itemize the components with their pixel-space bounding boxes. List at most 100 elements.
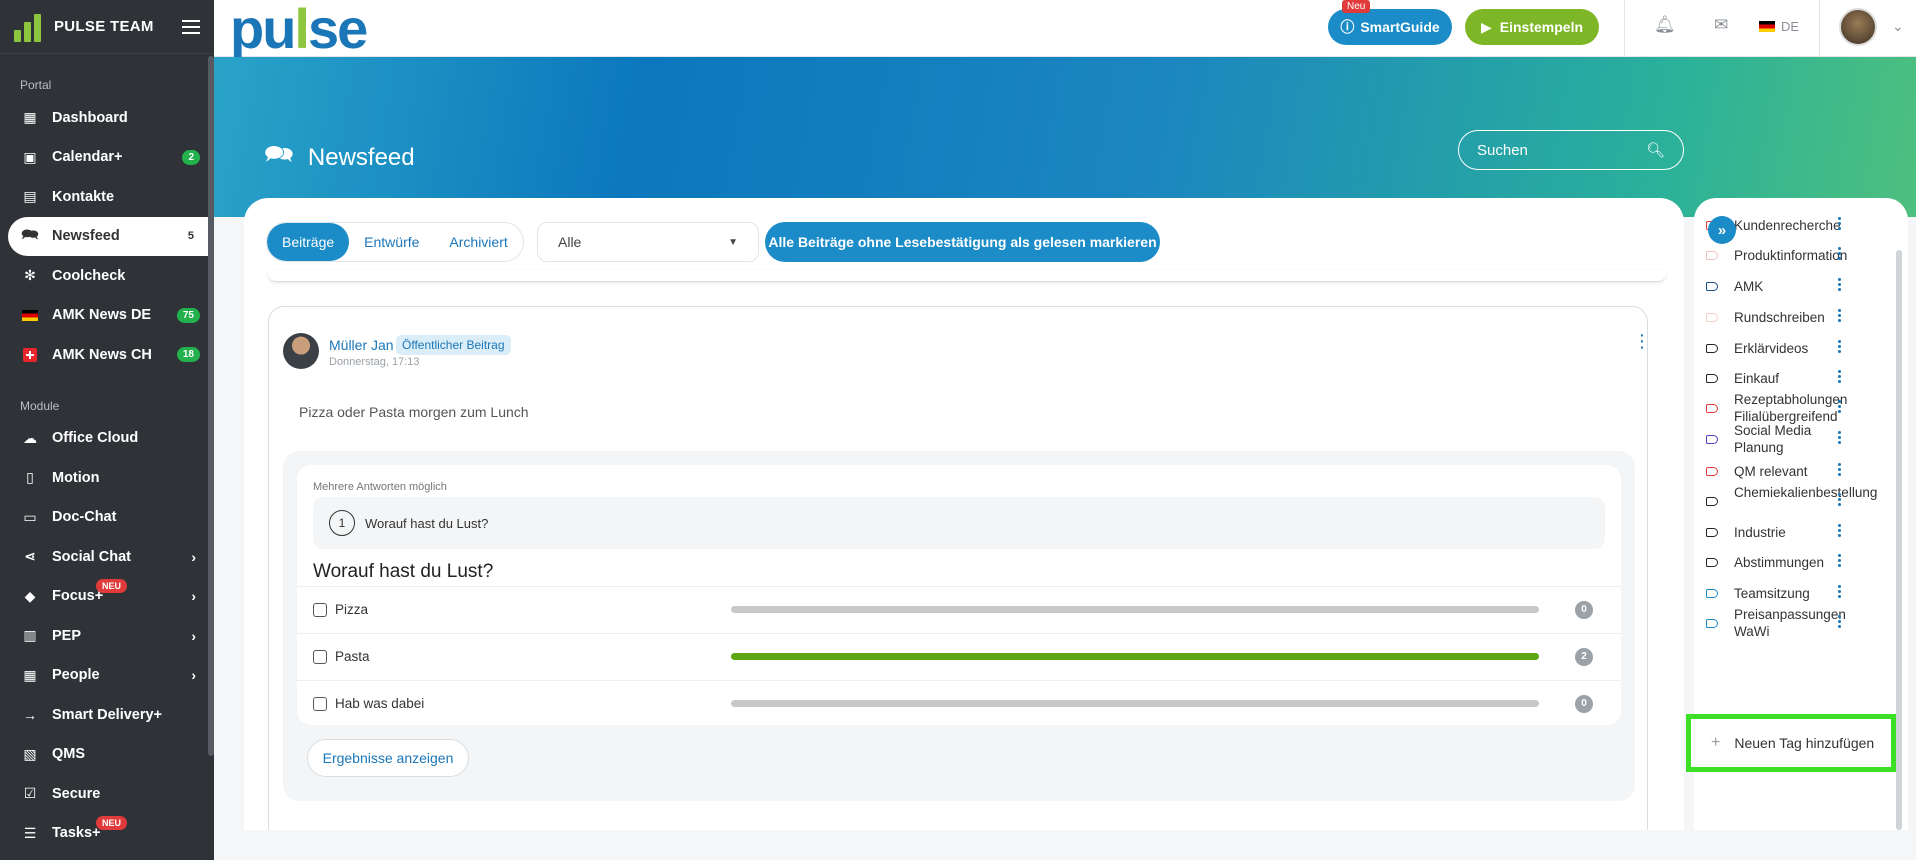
tag-item[interactable]: AMK — [1694, 273, 1908, 299]
poll-option[interactable]: Pasta 2 — [297, 633, 1621, 679]
tag-menu-icon[interactable] — [1838, 554, 1842, 567]
poll-option[interactable]: Hab was dabei 0 — [297, 680, 1621, 726]
user-avatar[interactable] — [1839, 8, 1877, 46]
clipboard-icon: ▥ — [23, 627, 37, 644]
tag-menu-icon[interactable] — [1838, 278, 1842, 291]
smartguide-button[interactable]: ⓘ SmartGuide — [1328, 9, 1452, 45]
show-results-button[interactable]: Ergebnisse anzeigen — [307, 739, 469, 777]
sidebar-item-social-chat[interactable]: ⋖ Social Chat › — [0, 537, 214, 577]
sidebar-item-pep[interactable]: ▥ PEP › — [0, 616, 214, 656]
tag-item[interactable]: Preisanpassungen WaWi — [1694, 607, 1908, 639]
count-badge: 75 — [176, 307, 200, 323]
poll-card: Mehrere Antworten möglich 1 Worauf hast … — [297, 465, 1621, 725]
sidebar-item-label: Focus+ — [52, 588, 104, 605]
sidebar-item-amk-news-de[interactable]: AMK News DE 75 — [0, 296, 214, 336]
unread-count: 5 — [187, 230, 194, 243]
poll-option[interactable]: Pizza 0 — [297, 586, 1621, 632]
sidebar-item-doc-chat[interactable]: ▭ Doc-Chat — [0, 498, 214, 538]
tab-archiviert[interactable]: Archiviert — [434, 223, 522, 261]
sidebar-item-label: Office Cloud — [52, 430, 139, 447]
tag-item[interactable]: Chemiekalienbestellung — [1694, 485, 1908, 514]
bell-icon[interactable]: 🔔︎ — [1654, 15, 1676, 35]
mail-icon[interactable]: ✉ — [1714, 15, 1728, 35]
option-checkbox[interactable] — [313, 649, 327, 664]
divider — [1624, 0, 1625, 57]
tag-item[interactable]: Industrie — [1694, 519, 1908, 545]
sidebar-item-smart-booking[interactable]: ▨Smart Booking› — [0, 853, 214, 860]
tag-menu-icon[interactable] — [1838, 493, 1842, 506]
option-checkbox[interactable] — [313, 602, 327, 617]
sidebar-item-label: Doc-Chat — [52, 509, 117, 526]
sidebar-item-label: Smart Delivery+ — [52, 706, 163, 723]
language-selector[interactable]: DE — [1759, 19, 1799, 34]
poll-question-small: Worauf hast du Lust? — [365, 515, 489, 531]
sidebar-item-kontakte[interactable]: ▤ Kontakte — [0, 177, 214, 217]
new-badge: NEU — [96, 578, 128, 593]
sidebar-item-motion[interactable]: ▯ Motion — [0, 458, 214, 498]
sidebar-item-dashboard[interactable]: ▦ Dashboard — [0, 98, 214, 138]
sidebar-item-focus[interactable]: ◆ Focus+ NEU › — [0, 577, 214, 617]
search-box[interactable]: 🔍︎ — [1458, 130, 1684, 170]
tag-item[interactable]: Rundschreiben — [1694, 304, 1908, 330]
tag-item[interactable]: Abstimmungen — [1694, 549, 1908, 575]
flag-de-icon — [22, 307, 38, 323]
option-checkbox[interactable] — [313, 696, 327, 711]
sidebar-item-amk-news-ch[interactable]: AMK News CH 18 — [0, 335, 214, 375]
tag-item[interactable]: Produktinformation — [1694, 242, 1908, 268]
tag-menu-icon[interactable] — [1838, 370, 1842, 383]
tab-beiträge[interactable]: Beiträge — [267, 223, 350, 261]
chevron-down-icon[interactable]: ⌄ — [1892, 18, 1904, 35]
tag-item[interactable]: Rezeptabholungen Filialübergreifend — [1694, 392, 1908, 424]
new-badge: NEU — [96, 815, 128, 830]
tag-label: Abstimmungen — [1734, 555, 1825, 570]
add-tag-button[interactable]: + Neuen Tag hinzufügen — [1686, 714, 1896, 772]
sidebar-item-label: People — [52, 667, 100, 684]
option-label: Pasta — [335, 649, 370, 664]
tag-menu-icon[interactable] — [1838, 615, 1842, 628]
search-icon[interactable]: 🔍︎ — [1646, 141, 1665, 159]
poll-container: Mehrere Antworten möglich 1 Worauf hast … — [283, 451, 1635, 801]
sidebar-item-coolcheck[interactable]: ✻ Coolcheck — [0, 256, 214, 296]
sidebar-item-label: Dashboard — [52, 109, 128, 126]
sidebar-item-newsfeed[interactable]: 🗪 Newsfeed 5 — [8, 216, 214, 256]
count-badge: 2 — [182, 149, 200, 165]
tag-item[interactable]: Teamsitzung — [1694, 580, 1908, 606]
newsfeed-icon: 🗪 — [264, 141, 294, 168]
tag-item[interactable]: Erklärvideos — [1694, 335, 1908, 361]
filter-select[interactable]: Alle ▼ — [537, 222, 759, 262]
tag-menu-icon[interactable] — [1838, 431, 1842, 444]
sidebar-item-calendar[interactable]: ▣ Calendar+ 2 — [0, 138, 214, 178]
tag-menu-icon[interactable] — [1838, 340, 1842, 353]
sidebar-item-smart-delivery[interactable]: → Smart Delivery+ — [0, 695, 214, 735]
dashboard-icon: ▦ — [23, 109, 37, 126]
sidebar-item-secure[interactable]: ☑ Secure — [0, 774, 214, 814]
post-menu-icon[interactable]: ⋮ — [1633, 332, 1651, 350]
pulse-brand-logo[interactable]: pulse — [230, 0, 368, 61]
footer-area — [214, 830, 1916, 860]
poll-question-tab[interactable]: 1 Worauf hast du Lust? — [313, 497, 1605, 549]
sidebar-item-people[interactable]: ▦ People › — [0, 656, 214, 696]
tag-menu-icon[interactable] — [1838, 309, 1842, 322]
author-avatar[interactable] — [283, 333, 319, 369]
sidebar-item-tasks[interactable]: ☰ Tasks+ NEU — [0, 814, 214, 854]
tab-entwürfe[interactable]: Entwürfe — [349, 223, 434, 261]
tag-item[interactable]: QM relevant — [1694, 458, 1908, 484]
tag-menu-icon[interactable] — [1838, 463, 1842, 476]
search-input[interactable] — [1477, 141, 1637, 159]
tag-menu-icon[interactable] — [1838, 217, 1842, 230]
tag-menu-icon[interactable] — [1838, 585, 1842, 598]
tag-menu-icon[interactable] — [1838, 247, 1842, 260]
tag-menu-icon[interactable] — [1838, 400, 1842, 413]
tag-menu-icon[interactable] — [1838, 524, 1842, 537]
hamburger-menu-icon[interactable] — [182, 19, 200, 34]
tag-icon — [1706, 467, 1718, 476]
tag-scrollbar[interactable] — [1896, 250, 1902, 830]
einstempeln-button[interactable]: ▶ Einstempeln — [1465, 9, 1599, 45]
author-name[interactable]: Müller Jan — [329, 337, 394, 353]
sidebar-item-qms[interactable]: ▧ QMS — [0, 735, 214, 775]
mark-all-read-button[interactable]: Alle Beiträge ohne Lesebestätigung als g… — [765, 222, 1160, 262]
collapse-panel-icon[interactable]: » — [1708, 216, 1736, 244]
tag-item[interactable]: Einkauf — [1694, 365, 1908, 391]
tag-item[interactable]: Social Media Planung — [1694, 423, 1908, 455]
sidebar-item-office-cloud[interactable]: ☁ Office Cloud — [0, 419, 214, 459]
